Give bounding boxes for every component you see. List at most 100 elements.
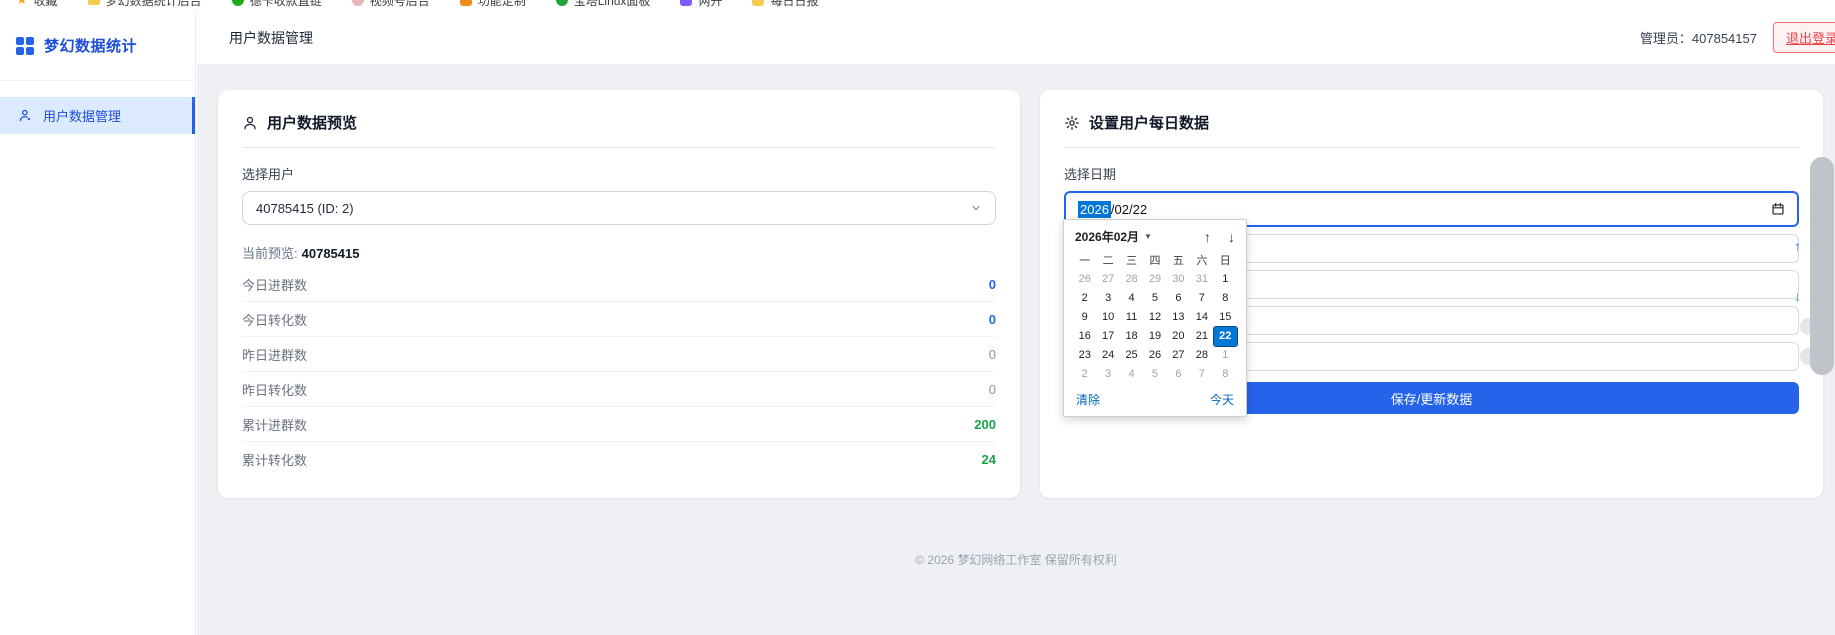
logout-button[interactable]: 退出登录 — [1773, 22, 1835, 53]
admin-label: 管理员：407854157 — [1640, 28, 1757, 47]
current-preview-value: 40785415 — [302, 246, 360, 261]
calendar-day[interactable]: 31 — [1190, 270, 1213, 289]
bookmark-label: 两开 — [698, 0, 722, 9]
date-input-value: 2026/02/22 — [1078, 202, 1147, 217]
calendar-day[interactable]: 9 — [1073, 308, 1096, 327]
settings-card-title-text: 设置用户每日数据 — [1089, 112, 1209, 133]
calendar-today-button[interactable]: 今天 — [1210, 391, 1234, 408]
calendar-day[interactable]: 1 — [1214, 346, 1237, 365]
stat-row: 今日转化数0 — [242, 302, 996, 337]
calendar-day[interactable]: 28 — [1120, 270, 1143, 289]
scroll-up-arrow-icon[interactable]: ↑ — [1794, 238, 1801, 254]
calendar-day[interactable]: 17 — [1096, 327, 1119, 346]
bookmark-item[interactable]: 视频号后台 — [352, 0, 430, 9]
select-user-label: 选择用户 — [242, 164, 996, 183]
current-preview-label: 当前预览: — [242, 246, 298, 261]
calendar-day[interactable]: 23 — [1073, 346, 1096, 365]
bookmarks-bar-items: ★收藏 梦幻数据统计后台 德卡收款直链 视频号后台 功能定制 宝塔Linux面板 两开 每日日… — [0, 0, 1835, 11]
bookmark-item[interactable]: 每日日报 — [752, 0, 818, 9]
weekday-label: 二 — [1096, 252, 1119, 270]
calendar-day[interactable]: 1 — [1214, 270, 1237, 289]
calendar-day[interactable]: 12 — [1143, 308, 1166, 327]
grid-logo-icon — [16, 37, 34, 55]
calendar-day[interactable]: 26 — [1073, 270, 1096, 289]
sidebar-item-label: 用户数据管理 — [43, 106, 121, 125]
user-icon — [242, 115, 258, 131]
calendar-day[interactable]: 7 — [1190, 365, 1213, 384]
calendar-day[interactable]: 16 — [1073, 327, 1096, 346]
calendar-icon[interactable] — [1771, 202, 1785, 216]
weekday-label: 日 — [1214, 252, 1237, 270]
user-data-preview-card: 用户数据预览 选择用户 40785415 (ID: 2) 当前预览:407854… — [218, 90, 1020, 498]
bookmark-item[interactable]: 梦幻数据统计后台 — [88, 0, 202, 9]
calendar-day[interactable]: 8 — [1214, 289, 1237, 308]
stat-value: 0 — [989, 277, 996, 292]
calendar-day[interactable]: 7 — [1190, 289, 1213, 308]
calendar-day[interactable]: 13 — [1167, 308, 1190, 327]
calendar-day[interactable]: 30 — [1167, 270, 1190, 289]
calendar-day[interactable]: 6 — [1167, 365, 1190, 384]
bookmark-item[interactable]: 两开 — [680, 0, 722, 9]
calendar-day[interactable]: 3 — [1096, 289, 1119, 308]
bookmark-item[interactable]: 德卡收款直链 — [232, 0, 322, 9]
bookmark-label: 梦幻数据统计后台 — [106, 0, 202, 9]
calendar-day[interactable]: 15 — [1214, 308, 1237, 327]
sidebar-item-user-data[interactable]: 用户数据管理 — [0, 97, 195, 134]
calendar-day[interactable]: 24 — [1096, 346, 1119, 365]
scrollbar-thumb[interactable] — [1810, 157, 1834, 375]
calendar-day[interactable]: 19 — [1143, 327, 1166, 346]
prev-month-arrow-icon[interactable]: ↑ — [1204, 229, 1211, 245]
calendar-day[interactable]: 28 — [1190, 346, 1213, 365]
gear-icon — [1064, 115, 1080, 131]
calendar-day[interactable]: 10 — [1096, 308, 1119, 327]
weekday-label: 一 — [1073, 252, 1096, 270]
calendar-day[interactable]: 29 — [1143, 270, 1166, 289]
calendar-day[interactable]: 11 — [1120, 308, 1143, 327]
calendar-day[interactable]: 18 — [1120, 327, 1143, 346]
calendar-day[interactable]: 4 — [1120, 289, 1143, 308]
user-select[interactable]: 40785415 (ID: 2) — [242, 191, 996, 225]
bookmark-label: 视频号后台 — [370, 0, 430, 9]
bookmark-item[interactable]: ★收藏 — [16, 0, 58, 9]
page-header: 用户数据管理 管理员：407854157 退出登录 — [197, 11, 1835, 65]
calendar-day[interactable]: 2 — [1073, 365, 1096, 384]
calendar-day[interactable]: 5 — [1143, 365, 1166, 384]
calendar-day[interactable]: 8 — [1214, 365, 1237, 384]
calendar-day[interactable]: 4 — [1120, 365, 1143, 384]
calendar-day[interactable]: 27 — [1096, 270, 1119, 289]
date-picker-header: 2026年02月 ▼ ↑ ↓ — [1073, 226, 1237, 252]
calendar-day[interactable]: 26 — [1143, 346, 1166, 365]
bookmark-item[interactable]: 功能定制 — [460, 0, 526, 9]
stats-list: 今日进群数0今日转化数0昨日进群数0昨日转化数0累计进群数200累计转化数24 — [242, 267, 996, 477]
calendar-day[interactable]: 21 — [1190, 327, 1213, 346]
browser-bookmarks-bar: ★收藏 梦幻数据统计后台 德卡收款直链 视频号后台 功能定制 宝塔Linux面板 两开 每日日… — [0, 0, 1835, 11]
scroll-down-arrow-icon[interactable]: ↓ — [1794, 288, 1801, 304]
calendar-day[interactable]: 14 — [1190, 308, 1213, 327]
weekday-label: 六 — [1190, 252, 1213, 270]
stat-label: 昨日转化数 — [242, 380, 307, 399]
next-month-arrow-icon[interactable]: ↓ — [1228, 229, 1235, 245]
calendar-footer: 清除 今天 — [1073, 384, 1237, 414]
calendar-day[interactable]: 5 — [1143, 289, 1166, 308]
select-date-label: 选择日期 — [1064, 164, 1799, 183]
calendar-weekdays: 一二三四五六日 — [1073, 252, 1237, 270]
calendar-day-selected[interactable]: 22 — [1214, 327, 1237, 346]
bookmark-label: 功能定制 — [478, 0, 526, 9]
calendar-clear-button[interactable]: 清除 — [1076, 391, 1100, 408]
bookmark-label: 收藏 — [34, 0, 58, 9]
calendar-day[interactable]: 20 — [1167, 327, 1190, 346]
weekday-label: 四 — [1143, 252, 1166, 270]
calendar-day[interactable]: 25 — [1120, 346, 1143, 365]
square-icon — [460, 0, 472, 6]
month-selector[interactable]: 2026年02月 ▼ — [1075, 228, 1152, 245]
header-right: 管理员：407854157 退出登录 — [1640, 22, 1835, 53]
bookmark-item[interactable]: 宝塔Linux面板 — [556, 0, 651, 9]
calendar-day[interactable]: 3 — [1096, 365, 1119, 384]
circle-icon — [232, 0, 244, 6]
bookmark-label: 德卡收款直链 — [250, 0, 322, 9]
calendar-day[interactable]: 6 — [1167, 289, 1190, 308]
calendar-day[interactable]: 27 — [1167, 346, 1190, 365]
weekday-label: 三 — [1120, 252, 1143, 270]
calendar-day[interactable]: 2 — [1073, 289, 1096, 308]
footer-copyright: © 2026 梦幻网络工作室 保留所有权利 — [197, 551, 1835, 568]
